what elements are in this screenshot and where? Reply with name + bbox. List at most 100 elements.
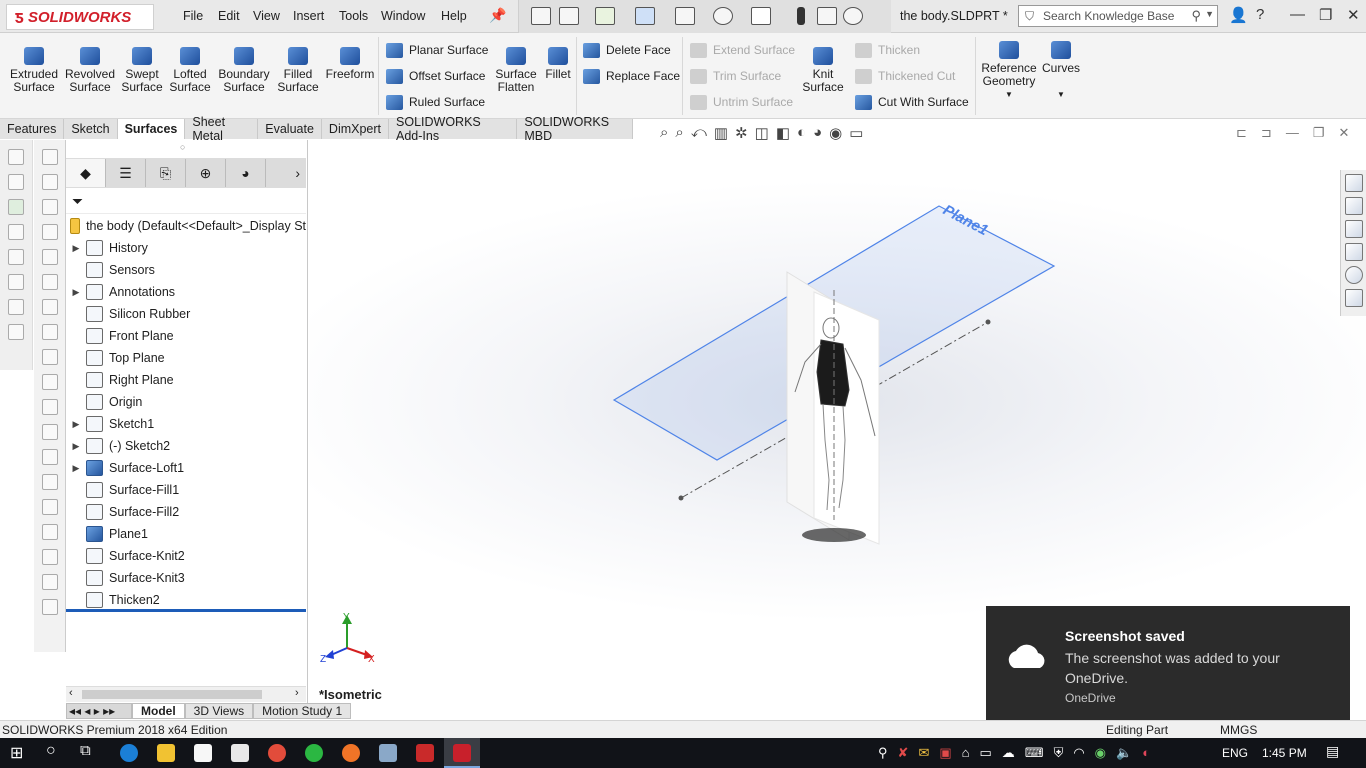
print-icon[interactable] [675,7,695,25]
strip-tool-icon[interactable] [41,474,58,490]
keyboard-icon[interactable]: ⌨ [1025,745,1044,761]
split-left-icon[interactable]: ⊏ [1236,125,1247,141]
swept-surface-button[interactable]: Swept Surface [118,47,166,94]
mail-icon[interactable] [231,744,249,762]
edge-browser-icon[interactable] [120,744,138,762]
network-icon[interactable]: ◉ [1095,745,1106,761]
strip-tool-icon[interactable] [41,299,58,315]
weld-icon[interactable] [8,299,24,315]
open-icon[interactable] [595,7,615,25]
section-view-icon[interactable]: ▥ [714,124,728,142]
expand-arrow-icon[interactable]: ▶ [66,287,86,298]
units-selector[interactable]: MMGS [1220,723,1257,737]
new-document-icon[interactable] [559,7,579,25]
solidworks-resources-icon[interactable] [1344,174,1363,192]
custom-properties-icon[interactable] [1344,289,1363,307]
fillet-button[interactable]: Fillet [542,47,574,81]
strip-tool-icon[interactable] [41,374,58,390]
display-icon[interactable]: ▭ [980,745,992,761]
whatsapp-icon[interactable] [305,744,323,762]
trim-surface-button[interactable]: Trim Surface [690,67,781,85]
strip-tool-icon[interactable] [41,449,58,465]
task-view-icon[interactable]: ⧉ [80,742,91,759]
wifi-icon[interactable]: ◠ [1073,745,1084,761]
expand-arrow-icon[interactable]: ▶ [66,441,86,452]
viewport-close-button[interactable]: ✕ [1338,125,1349,141]
tree-node-surface-fill2[interactable]: Surface-Fill2 [66,501,306,523]
strip-tool-icon[interactable] [41,224,58,240]
usb-icon[interactable]: ⌂ [962,745,970,761]
design-library-icon[interactable] [1344,197,1363,215]
dynamic-annotation-icon[interactable]: ✲ [735,124,748,142]
replace-face-button[interactable]: Replace Face [583,67,680,85]
display-manager-tab-icon[interactable]: ◕ [226,159,266,187]
battery-icon[interactable]: ◐ [1142,745,1150,761]
search-knowledge-base-input[interactable]: ⛉ Search Knowledge Base ⚲ ▼ [1018,5,1218,27]
minimize-button[interactable]: — [1290,6,1305,23]
defender-icon[interactable]: ⛨ [1054,745,1064,761]
tree-node-origin[interactable]: Origin [66,391,306,413]
hide-show-items-icon[interactable]: ◐ [797,124,806,142]
delete-face-button[interactable]: Delete Face [583,41,671,59]
firefox-icon[interactable] [342,744,360,762]
tree-horizontal-scrollbar[interactable]: ‹ › [66,686,306,702]
tolerance-icon[interactable] [8,324,24,340]
scroll-left-icon[interactable]: ‹ [69,687,73,699]
panel-grip-icon[interactable]: ○ [180,142,185,152]
undo-icon[interactable] [713,7,733,25]
store-icon[interactable] [194,744,212,762]
cut-with-surface-button[interactable]: Cut With Surface [855,93,969,111]
home-icon[interactable] [531,7,551,25]
extend-surface-button[interactable]: Extend Surface [690,41,795,59]
tree-node-history[interactable]: ▶ History [66,237,306,259]
strip-tool-icon[interactable] [41,174,58,190]
filter-icon[interactable]: ⏷ [72,193,83,210]
more-tabs-chevron-icon[interactable]: › [266,159,306,187]
tab-3d-views[interactable]: 3D Views [184,703,254,719]
select-filter-icon[interactable] [8,199,24,215]
tree-node-sensors[interactable]: Sensors [66,259,306,281]
knit-surface-button[interactable]: Knit Surface [800,47,846,94]
strip-tool-icon[interactable] [41,324,58,340]
menu-file[interactable]: File [183,9,203,23]
menu-tools[interactable]: Tools [339,9,368,23]
thickened-cut-button[interactable]: Thickened Cut [855,67,955,85]
tree-node-surface-fill1[interactable]: Surface-Fill1 [66,479,306,501]
view-orientation-icon[interactable]: ◫ [755,124,769,142]
tab-solidworks-add-ins[interactable]: SOLIDWORKS Add-Ins [389,115,518,143]
tray-app-icon[interactable]: ▣ [939,745,951,761]
dimxpert-manager-tab-icon[interactable]: ⊕ [186,159,226,187]
tab-features[interactable]: Features [0,119,65,139]
strip-tool-icon[interactable] [41,249,58,265]
tree-node-front-plane[interactable]: Front Plane [66,325,306,347]
tab-surfaces[interactable]: Surfaces [117,119,186,139]
windows-start-icon[interactable]: ⊞ [10,743,23,763]
user-icon[interactable]: 👤 [1229,6,1248,24]
strip-tool-icon[interactable] [41,149,58,165]
sketch-tool-icon[interactable] [8,174,24,190]
menu-edit[interactable]: Edit [218,9,240,23]
note-icon[interactable] [8,249,24,265]
datum-icon[interactable] [8,274,24,290]
acrobat-icon[interactable] [416,744,434,762]
view-settings-icon[interactable]: ▭ [849,124,863,142]
extruded-surface-button[interactable]: Extruded Surface [6,47,62,94]
search-icon[interactable]: ⚲ [1191,8,1201,24]
strip-tool-icon[interactable] [41,499,58,515]
strip-tool-icon[interactable] [41,399,58,415]
search-circle-icon[interactable]: ○ [46,742,56,760]
feature-tree-tab-icon[interactable]: ◆ [66,159,106,187]
viewport-minimize-button[interactable]: — [1286,125,1299,141]
view-palette-icon[interactable] [1344,243,1363,261]
restore-button[interactable]: ❐ [1319,6,1332,24]
tree-node-top-plane[interactable]: Top Plane [66,347,306,369]
tray-alert-icon[interactable]: ✉ [918,745,929,761]
strip-tool-icon[interactable] [41,549,58,565]
select-arrow-icon[interactable] [751,7,771,25]
volume-icon[interactable]: 🔈 [1116,745,1132,761]
appearances-icon[interactable] [1344,266,1363,284]
strip-tool-icon[interactable] [41,524,58,540]
save-icon[interactable] [635,7,655,25]
tab-sheet-metal[interactable]: Sheet Metal [185,115,259,143]
app-icon[interactable] [379,744,397,762]
